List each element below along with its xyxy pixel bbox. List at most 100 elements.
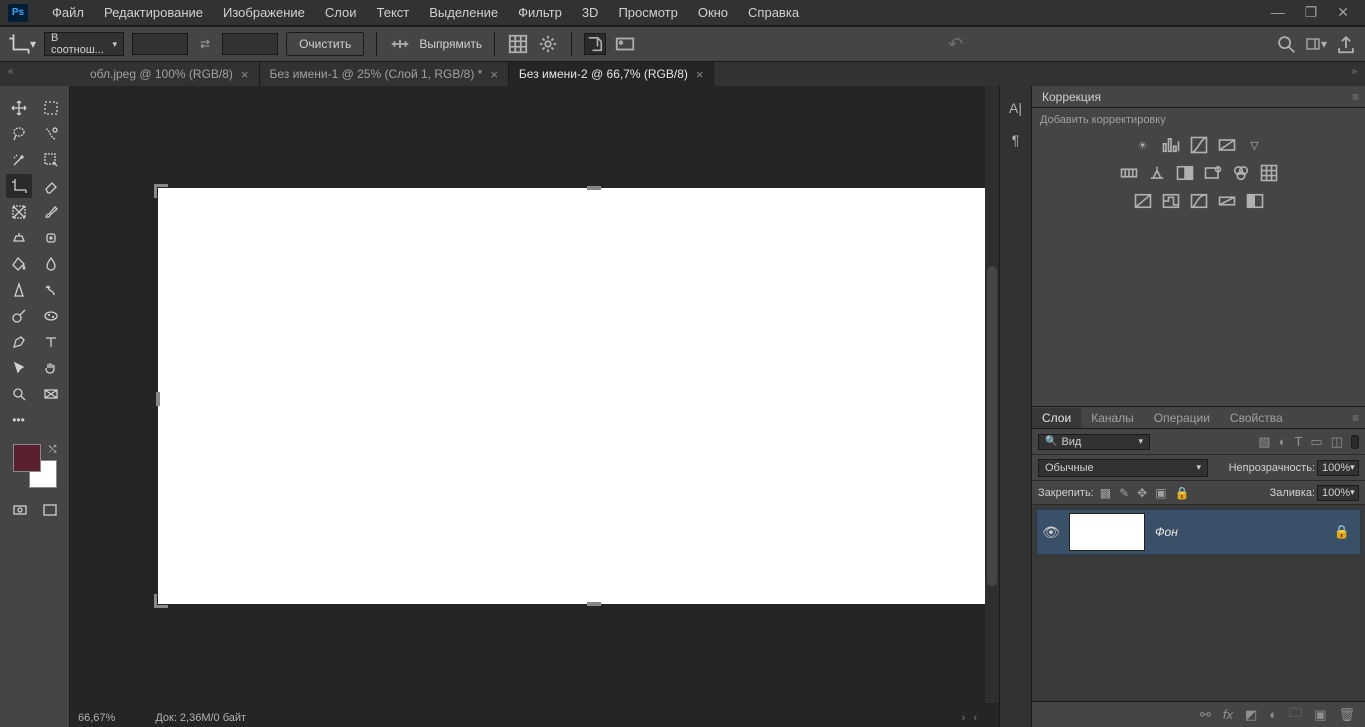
- clear-button[interactable]: Очистить: [286, 32, 364, 56]
- crop-corner-tl[interactable]: [154, 184, 168, 198]
- layer-filter-dropdown[interactable]: Вид: [1038, 434, 1150, 450]
- bw-adj-icon[interactable]: [1175, 164, 1195, 182]
- corrections-tab[interactable]: Коррекция: [1032, 87, 1111, 107]
- document-tab-1[interactable]: Без имени-1 @ 25% (Слой 1, RGB/8) * ×: [260, 62, 509, 86]
- close-tab-icon[interactable]: ×: [696, 67, 704, 82]
- menu-help[interactable]: Справка: [738, 1, 809, 24]
- adjustment-layer-icon[interactable]: ◐: [1269, 707, 1277, 722]
- workspace-icon[interactable]: ▾: [1305, 33, 1327, 55]
- actions-tab[interactable]: Операции: [1144, 408, 1220, 428]
- type-tool[interactable]: [38, 330, 64, 354]
- lasso-tool[interactable]: [6, 122, 32, 146]
- opacity-field[interactable]: 100%: [1317, 460, 1359, 476]
- filter-smart-icon[interactable]: ◫: [1331, 434, 1343, 450]
- rectangular-marquee-tool[interactable]: [38, 96, 64, 120]
- layers-tab[interactable]: Слои: [1032, 408, 1081, 428]
- scrollbar-thumb[interactable]: [987, 266, 997, 586]
- zoom-level[interactable]: 66,67%: [78, 712, 115, 724]
- filter-adjust-icon[interactable]: ◐: [1279, 434, 1287, 449]
- layer-fx-icon[interactable]: fx: [1223, 707, 1233, 722]
- status-next-icon[interactable]: ‹: [973, 712, 977, 724]
- paint-bucket-tool[interactable]: [6, 252, 32, 276]
- path-select-tool[interactable]: [6, 356, 32, 380]
- menu-layer[interactable]: Слои: [315, 1, 367, 24]
- filter-shape-icon[interactable]: ▭: [1310, 434, 1322, 450]
- canvas-area[interactable]: 66,67% Док: 2,36М/0 байт › ‹: [70, 86, 999, 727]
- color-swatches[interactable]: ⤭: [13, 444, 57, 488]
- menu-type[interactable]: Текст: [367, 1, 420, 24]
- new-layer-icon[interactable]: ▣: [1314, 707, 1326, 723]
- close-tab-icon[interactable]: ×: [490, 67, 498, 82]
- invert-adj-icon[interactable]: [1133, 192, 1153, 210]
- delete-layer-icon[interactable]: 🗑: [1338, 707, 1355, 723]
- character-panel-icon[interactable]: A|: [1004, 96, 1028, 120]
- doc-size[interactable]: Док: 2,36М/0 байт: [155, 712, 246, 724]
- crop-width-field[interactable]: [132, 33, 188, 55]
- crop-tool[interactable]: [6, 174, 32, 198]
- sharpen-tool[interactable]: [6, 278, 32, 302]
- object-select-tool[interactable]: [38, 148, 64, 172]
- menu-3d[interactable]: 3D: [572, 1, 609, 24]
- minimize-icon[interactable]: —: [1271, 4, 1285, 21]
- document-tab-0[interactable]: обл.jpeg @ 100% (RGB/8) ×: [80, 62, 260, 86]
- blend-mode-dropdown[interactable]: Обычные: [1038, 459, 1208, 477]
- fill-field[interactable]: 100%: [1317, 485, 1359, 501]
- levels-adj-icon[interactable]: [1161, 136, 1181, 154]
- blur-tool[interactable]: [38, 252, 64, 276]
- filter-pixel-icon[interactable]: ▧: [1258, 434, 1270, 450]
- menu-file[interactable]: Файл: [42, 1, 94, 24]
- hand-tool[interactable]: [38, 356, 64, 380]
- gradient-map-adj-icon[interactable]: [1217, 192, 1237, 210]
- brush-tool[interactable]: [38, 200, 64, 224]
- edit-toolbar[interactable]: [38, 408, 64, 432]
- channel-mixer-adj-icon[interactable]: [1231, 164, 1251, 182]
- current-tool-icon[interactable]: ▾: [8, 32, 36, 56]
- zoom-tool[interactable]: [6, 382, 32, 406]
- layer-group-icon[interactable]: 🗀: [1289, 704, 1302, 726]
- dodge-tool[interactable]: [6, 304, 32, 328]
- reset-crop-icon[interactable]: ↶: [948, 34, 963, 55]
- lock-transparent-icon[interactable]: ▩: [1100, 486, 1111, 500]
- menu-edit[interactable]: Редактирование: [94, 1, 213, 24]
- lock-position-icon[interactable]: ✥: [1137, 486, 1147, 500]
- layer-mask-icon[interactable]: ◩: [1245, 707, 1257, 723]
- paragraph-panel-icon[interactable]: ¶: [1004, 128, 1028, 152]
- color-lookup-adj-icon[interactable]: [1259, 164, 1279, 182]
- crop-handle-bottom[interactable]: [587, 602, 601, 606]
- lock-paint-icon[interactable]: ✎: [1119, 486, 1129, 500]
- collapse-right-icon[interactable]: »: [1351, 66, 1357, 77]
- shape-tool[interactable]: [38, 382, 64, 406]
- swap-colors-icon[interactable]: ⤭: [49, 444, 57, 455]
- eraser-tool[interactable]: [38, 174, 64, 198]
- search-icon[interactable]: [1275, 33, 1297, 55]
- settings-gear-icon[interactable]: [537, 33, 559, 55]
- vibrance-adj-icon[interactable]: ▽: [1245, 136, 1265, 154]
- menu-window[interactable]: Окно: [688, 1, 738, 24]
- photo-filter-adj-icon[interactable]: [1203, 164, 1223, 182]
- healing-brush-tool[interactable]: [38, 226, 64, 250]
- frame-tool[interactable]: [6, 200, 32, 224]
- grid-overlay-icon[interactable]: [507, 33, 529, 55]
- lock-all-icon[interactable]: 🔒: [1175, 486, 1190, 500]
- color-balance-adj-icon[interactable]: [1147, 164, 1167, 182]
- brightness-adj-icon[interactable]: ☀: [1133, 136, 1153, 154]
- content-aware-icon[interactable]: [614, 33, 636, 55]
- sponge-tool[interactable]: [38, 304, 64, 328]
- share-icon[interactable]: [1335, 33, 1357, 55]
- document-tab-2[interactable]: Без имени-2 @ 66,7% (RGB/8) ×: [509, 62, 715, 86]
- more-tools[interactable]: •••: [6, 408, 32, 432]
- layer-thumbnail[interactable]: [1069, 513, 1145, 551]
- layer-visibility-icon[interactable]: 👁: [1037, 524, 1065, 541]
- status-prev-icon[interactable]: ›: [962, 712, 966, 724]
- delete-cropped-icon[interactable]: [584, 33, 606, 55]
- menu-select[interactable]: Выделение: [419, 1, 508, 24]
- quick-select-tool[interactable]: [38, 122, 64, 146]
- vertical-scrollbar[interactable]: [985, 86, 999, 703]
- filter-toggle[interactable]: [1351, 435, 1359, 449]
- collapse-left-icon[interactable]: «: [8, 66, 14, 77]
- menu-filter[interactable]: Фильтр: [508, 1, 572, 24]
- straighten-icon[interactable]: [389, 33, 411, 55]
- crop-handle-top[interactable]: [587, 186, 601, 190]
- pen-tool[interactable]: [6, 330, 32, 354]
- magic-wand-tool[interactable]: [6, 148, 32, 172]
